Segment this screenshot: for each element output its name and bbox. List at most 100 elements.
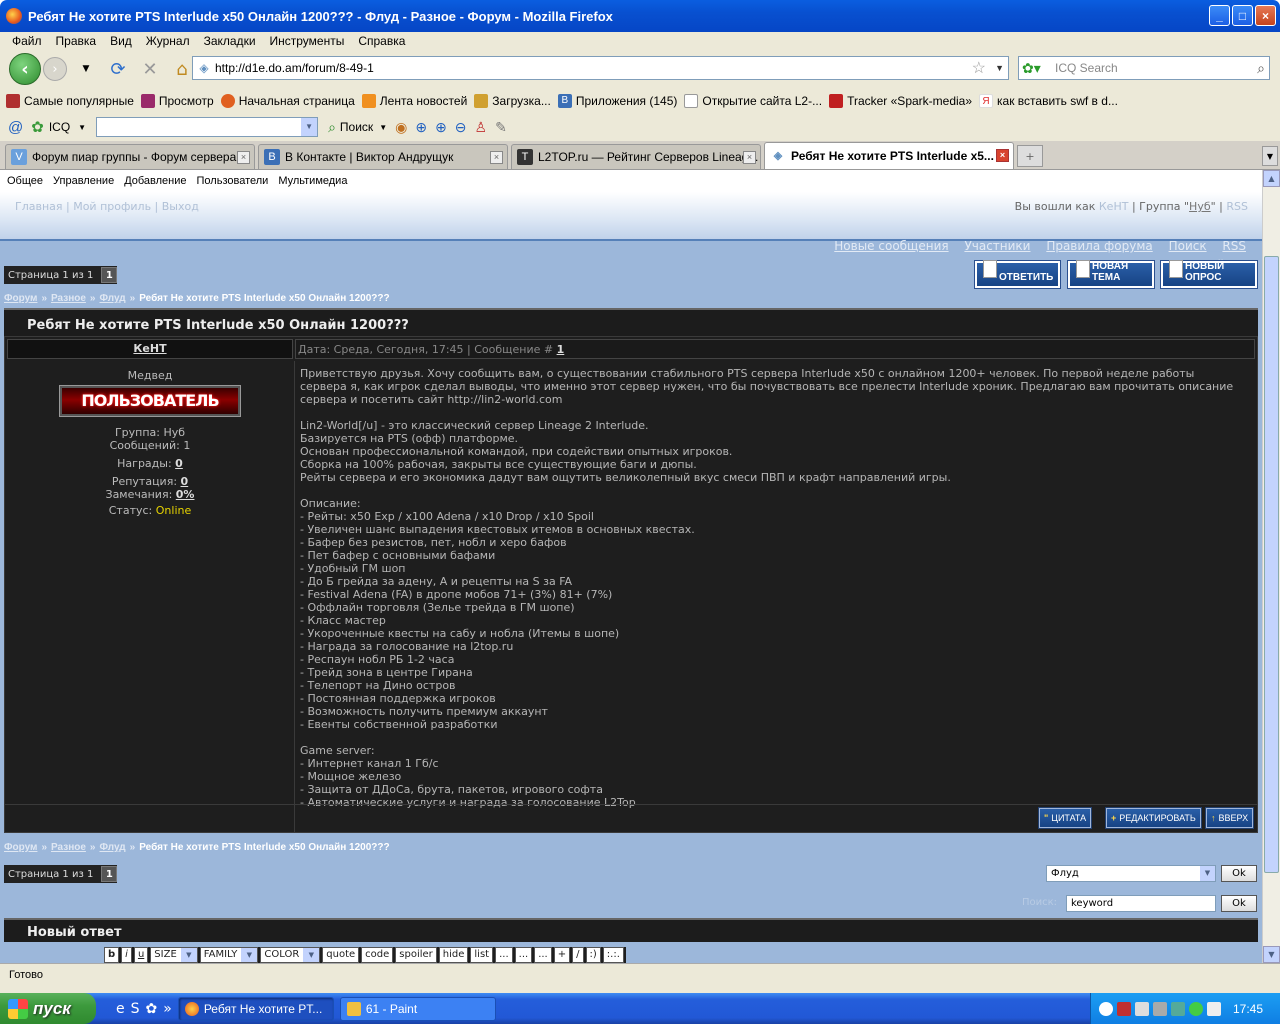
- menu-edit[interactable]: Правка: [49, 34, 104, 48]
- bbcode-family-select[interactable]: FAMILY: [199, 947, 259, 963]
- new-messages-link[interactable]: Новые сообщения: [834, 239, 948, 253]
- breadcrumb-forum[interactable]: Форум: [4, 842, 37, 853]
- reload-icon[interactable]: ⟳: [105, 56, 131, 82]
- icq-search-button[interactable]: Поиск: [340, 120, 373, 134]
- icq-flower-icon[interactable]: ✿: [146, 1001, 158, 1017]
- post-number-link[interactable]: 1: [557, 343, 565, 356]
- menu-tools[interactable]: Инструменты: [263, 34, 352, 48]
- header-nav-links[interactable]: Главная | Мой профиль | Выход: [15, 200, 199, 213]
- reply-button[interactable]: ОТВЕТИТЬ: [974, 260, 1061, 289]
- icq-search-combo[interactable]: [96, 117, 319, 137]
- breadcrumb-section[interactable]: Разное: [51, 293, 86, 304]
- tray-acrobat-icon[interactable]: [1117, 1001, 1131, 1016]
- icq-dropdown-icon[interactable]: ▼: [78, 123, 86, 132]
- forum-search-link[interactable]: Поиск: [1169, 239, 1207, 253]
- quick-launch-more-icon[interactable]: »: [163, 1001, 172, 1017]
- bbcode-more-button[interactable]: ...: [495, 947, 513, 963]
- bookmark-item[interactable]: Начальная страница: [220, 93, 355, 108]
- bookmark-star-icon[interactable]: ☆: [972, 58, 986, 78]
- menu-bookmarks[interactable]: Закладки: [197, 34, 263, 48]
- ucp-menu-add[interactable]: Добавление: [124, 175, 186, 187]
- bbcode-more-button[interactable]: ...: [534, 947, 552, 963]
- bookmark-item[interactable]: Открытие сайта L2-...: [684, 93, 822, 108]
- bookmark-item[interactable]: Якак вставить swf в d...: [979, 93, 1118, 108]
- edit-button[interactable]: + РЕДАКТИРОВАТЬ: [1105, 807, 1202, 829]
- history-dropdown-icon[interactable]: ▼: [73, 56, 99, 82]
- search-icon[interactable]: ⌕: [328, 119, 336, 136]
- zoom-in-icon[interactable]: ⊕: [435, 119, 447, 136]
- close-tab-icon[interactable]: ×: [743, 151, 756, 164]
- breadcrumb-section[interactable]: Разное: [51, 842, 86, 853]
- awards-link[interactable]: 0: [175, 457, 183, 470]
- tray-icq-icon[interactable]: [1189, 1001, 1203, 1016]
- search-box[interactable]: ✿▾ ICQ Search ⌕: [1018, 56, 1270, 80]
- zoom-out-icon[interactable]: ⊖: [455, 119, 467, 136]
- bbcode-spoiler-button[interactable]: spoiler: [395, 947, 437, 963]
- ucp-menu-general[interactable]: Общее: [7, 175, 43, 187]
- page-number[interactable]: 1: [101, 267, 118, 283]
- tray-tools-icon[interactable]: [1153, 1001, 1167, 1016]
- username-link[interactable]: КеНТ: [1099, 200, 1129, 213]
- bbcode-color-select[interactable]: COLOR: [260, 947, 321, 963]
- menu-file[interactable]: Файл: [5, 34, 49, 48]
- ucp-menu-users[interactable]: Пользователи: [197, 175, 269, 187]
- post-author-link[interactable]: КеНТ: [133, 342, 166, 355]
- bbcode-more-button[interactable]: ...: [514, 947, 533, 963]
- taskbar-firefox[interactable]: Ребят Не хотите PT...: [177, 996, 334, 1021]
- scroll-thumb[interactable]: [1264, 256, 1279, 873]
- forum-jump-ok-button[interactable]: Ok: [1221, 865, 1257, 882]
- bbcode-size-select[interactable]: SIZE: [150, 947, 198, 963]
- icq-flower-icon[interactable]: ✿: [31, 118, 44, 136]
- quote-button[interactable]: " ЦИТАТА: [1037, 807, 1093, 829]
- bbcode-quote-button[interactable]: quote: [322, 947, 360, 963]
- back-button[interactable]: ‹: [9, 53, 41, 85]
- tab-forum-pr[interactable]: V Форум пиар группы - Форум сервера ... ×: [5, 144, 255, 169]
- bookmark-item[interactable]: Просмотр: [140, 93, 214, 108]
- new-poll-button[interactable]: НОВЫЙ ОПРОС: [1160, 260, 1258, 289]
- bbcode-plus-button[interactable]: +: [553, 947, 571, 963]
- ucp-menu-multimedia[interactable]: Мультимедиа: [278, 175, 347, 187]
- vertical-scrollbar[interactable]: ▲ ▼: [1262, 170, 1280, 963]
- site-identity-icon[interactable]: ◈: [193, 61, 215, 75]
- forum-search-ok-button[interactable]: Ok: [1221, 895, 1257, 912]
- tab-current-topic[interactable]: ◈ Ребят Не хотите PTS Interlude x5... ×: [764, 142, 1014, 169]
- taskbar-paint[interactable]: 61 - Paint: [339, 996, 496, 1021]
- skype-icon[interactable]: S: [131, 1001, 140, 1017]
- bookmark-item[interactable]: B Приложения (145): [557, 93, 677, 108]
- bbcode-bold-button[interactable]: b: [104, 947, 120, 963]
- at-icon[interactable]: @: [8, 119, 23, 136]
- tray-network-icon[interactable]: [1135, 1001, 1149, 1016]
- bookmark-item[interactable]: Загрузка...: [474, 93, 551, 108]
- tray-volume-icon[interactable]: [1207, 1001, 1221, 1016]
- pen-icon[interactable]: ✎: [495, 119, 507, 136]
- bbcode-code-button[interactable]: code: [361, 947, 394, 963]
- members-link[interactable]: Участники: [964, 239, 1030, 253]
- forum-search-input[interactable]: keyword: [1066, 895, 1216, 912]
- menu-history[interactable]: Журнал: [139, 34, 197, 48]
- search-icon[interactable]: ⌕: [1257, 60, 1265, 77]
- bbcode-underline-button[interactable]: u: [133, 947, 149, 963]
- start-button[interactable]: пуск: [0, 993, 96, 1024]
- forum-rules-link[interactable]: Правила форума: [1046, 239, 1152, 253]
- new-tab-button[interactable]: +: [1017, 145, 1043, 167]
- tab-list-dropdown-icon[interactable]: ▼: [1262, 146, 1278, 166]
- ucp-menu-manage[interactable]: Управление: [53, 175, 114, 187]
- up-button[interactable]: ↑ ВВЕРХ: [1204, 807, 1255, 829]
- close-tab-icon[interactable]: ×: [490, 151, 503, 164]
- ie-icon[interactable]: e: [116, 1001, 125, 1017]
- maximize-button[interactable]: □: [1232, 5, 1253, 26]
- bbcode-smiley-button[interactable]: :): [585, 947, 601, 963]
- tray-shield-icon[interactable]: [1171, 1001, 1185, 1016]
- bbcode-slash-button[interactable]: /: [572, 947, 584, 963]
- close-tab-icon[interactable]: ×: [996, 149, 1009, 162]
- bbcode-italic-button[interactable]: i: [121, 947, 132, 963]
- user-icon[interactable]: ♙: [475, 119, 488, 136]
- tab-vkontakte[interactable]: BВ Контакте | Виктор Андрущук ×: [258, 144, 508, 169]
- forum-rss-link[interactable]: RSS: [1222, 239, 1246, 253]
- scroll-up-icon[interactable]: ▲: [1263, 170, 1280, 187]
- tab-l2top[interactable]: T L2TOP.ru — Рейтинг Серверов Lineag... ×: [511, 144, 761, 169]
- stop-icon[interactable]: ✕: [137, 56, 163, 82]
- close-window-button[interactable]: ×: [1255, 5, 1276, 26]
- bookmark-item[interactable]: Самые популярные: [6, 93, 134, 108]
- icq-label[interactable]: ICQ: [49, 120, 70, 134]
